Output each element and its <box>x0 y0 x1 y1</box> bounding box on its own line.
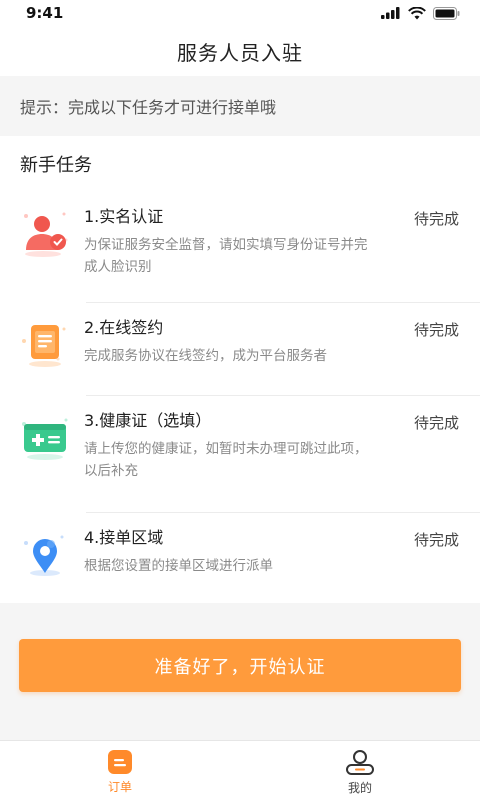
task-title: 3.健康证（选填） <box>84 411 212 430</box>
wifi-icon <box>408 6 426 19</box>
battery-icon <box>433 6 460 20</box>
task-desc: 请上传您的健康证，如暂时未办理可跳过此项，以后补充 <box>84 441 368 479</box>
contract-icon <box>22 325 66 367</box>
start-verification-button[interactable]: 准备好了，开始认证 <box>19 639 461 692</box>
task-body: 2.在线签约 完成服务协议在线签约，成为平台服务者 <box>84 317 460 395</box>
real-name-icon <box>24 212 68 257</box>
section-title: 新手任务 <box>20 155 92 176</box>
task-status: 待完成 <box>413 531 459 549</box>
task-health-certificate[interactable]: 3.健康证（选填） 请上传您的健康证，如暂时未办理可跳过此项，以后补充 待完成 <box>0 396 480 512</box>
status-bar: 9:41 <box>0 0 480 26</box>
task-real-name[interactable]: 1.实名认证 为保证服务安全监督，请如实填写身份证号并完成人脸识别 待完成 <box>0 192 480 302</box>
health-card-icon <box>22 418 68 460</box>
nav-bar: 服务人员入驻 <box>0 26 480 76</box>
task-title: 2.在线签约 <box>84 318 164 337</box>
order-icon <box>108 749 132 774</box>
task-body: 1.实名认证 为保证服务安全监督，请如实填写身份证号并完成人脸识别 <box>84 206 460 302</box>
task-desc: 完成服务协议在线签约，成为平台服务者 <box>84 348 327 364</box>
action-area: 准备好了，开始认证 <box>0 603 480 743</box>
tab-label: 我的 <box>347 780 372 795</box>
tip-banner: 提示：完成以下任务才可进行接单哦 <box>0 76 480 136</box>
task-card: 新手任务 1.实名认证 为保证服务安全监督，请如实填写身份证号并完成人脸识别 待… <box>0 136 480 603</box>
status-time: 9:41 <box>26 4 64 22</box>
task-body: 4.接单区域 根据您设置的接单区域进行派单 <box>84 527 460 603</box>
tab-profile[interactable]: 我的 <box>240 741 480 800</box>
task-status: 待完成 <box>413 414 459 432</box>
task-desc: 根据您设置的接单区域进行派单 <box>84 558 273 574</box>
task-status: 待完成 <box>413 321 459 339</box>
task-desc: 为保证服务安全监督，请如实填写身份证号并完成人脸识别 <box>84 237 368 275</box>
task-body: 3.健康证（选填） 请上传您的健康证，如暂时未办理可跳过此项，以后补充 <box>84 410 460 512</box>
task-service-area[interactable]: 4.接单区域 根据您设置的接单区域进行派单 待完成 <box>0 513 480 603</box>
tab-orders[interactable]: 订单 <box>0 741 240 800</box>
page-title: 服务人员入驻 <box>177 40 303 65</box>
signal-icon <box>381 7 400 19</box>
task-title: 1.实名认证 <box>84 207 164 226</box>
task-title: 4.接单区域 <box>84 528 164 547</box>
task-status: 待完成 <box>413 210 459 228</box>
profile-icon <box>346 749 374 775</box>
tip-text: 提示：完成以下任务才可进行接单哦 <box>20 98 277 117</box>
status-icons <box>381 6 460 20</box>
location-icon <box>24 535 64 576</box>
tab-label: 订单 <box>107 779 132 794</box>
tab-bar: 订单 我的 <box>0 740 480 800</box>
task-online-contract[interactable]: 2.在线签约 完成服务协议在线签约，成为平台服务者 待完成 <box>0 303 480 395</box>
